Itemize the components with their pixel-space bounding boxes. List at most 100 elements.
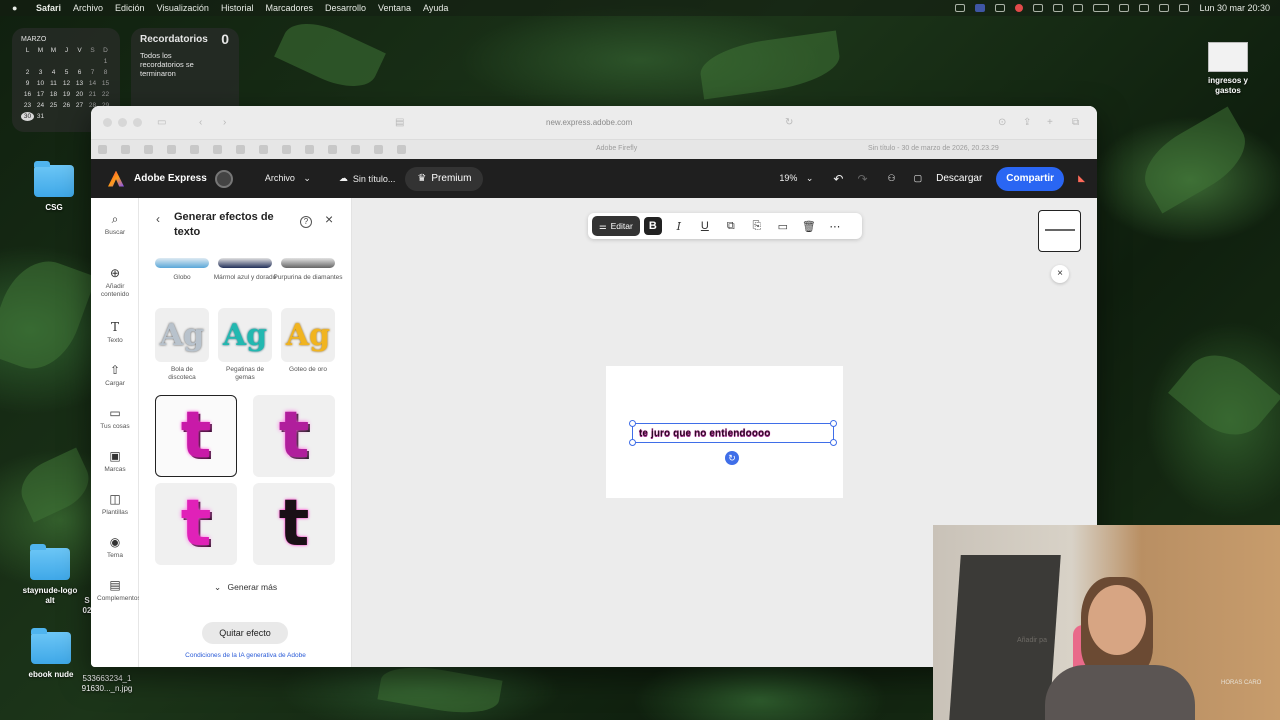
- generate-more-button[interactable]: ⌄ Generar más: [214, 582, 277, 593]
- zoom-level[interactable]: 19% ⌄: [779, 173, 813, 184]
- menu-item-historial[interactable]: Historial: [221, 3, 254, 13]
- menu-item-archivo[interactable]: Archivo: [73, 3, 103, 13]
- favorite-icon[interactable]: [144, 145, 153, 154]
- status-icon[interactable]: [955, 4, 966, 12]
- rail-item-brands[interactable]: ▣ Marcas: [91, 449, 139, 474]
- comment-icon[interactable]: ▭: [770, 220, 796, 233]
- zoom-window-button[interactable]: [133, 118, 142, 127]
- more-icon[interactable]: ⋯: [822, 220, 848, 233]
- resize-handle[interactable]: [830, 420, 837, 427]
- desktop-folder-ebook[interactable]: ebook nude: [24, 628, 78, 680]
- invite-icon[interactable]: ⚇: [888, 173, 896, 184]
- rail-item-search[interactable]: ⌕ Buscar: [91, 212, 139, 237]
- favorite-icon[interactable]: [374, 145, 383, 154]
- battery-icon[interactable]: [1093, 4, 1110, 12]
- sidebar-icon[interactable]: ▭: [157, 117, 166, 128]
- generated-result-2[interactable]: t: [253, 395, 335, 477]
- favorite-icon[interactable]: [236, 145, 245, 154]
- favorite-icon[interactable]: [213, 145, 222, 154]
- generated-result-4[interactable]: t: [253, 483, 335, 565]
- redo-icon[interactable]: ↷: [857, 172, 867, 186]
- page-settings-icon[interactable]: ▤: [395, 117, 404, 128]
- edit-button[interactable]: ⚌ Editar: [592, 216, 640, 236]
- resize-handle[interactable]: [629, 439, 636, 446]
- favorite-icon[interactable]: [351, 145, 360, 154]
- resize-handle[interactable]: [629, 420, 636, 427]
- close-icon[interactable]: ×: [1051, 265, 1069, 283]
- favorite-icon[interactable]: [305, 145, 314, 154]
- menu-app-name[interactable]: Safari: [36, 3, 61, 13]
- selected-text-element[interactable]: te juro que no entiendoooo: [629, 420, 837, 446]
- remove-effect-button[interactable]: Quitar efecto: [202, 622, 288, 644]
- search-icon[interactable]: [1159, 4, 1170, 12]
- desktop-folder-csg[interactable]: CSG: [30, 161, 78, 213]
- page-thumbnail[interactable]: [1038, 210, 1081, 252]
- back-arrow-icon[interactable]: ‹: [156, 212, 160, 226]
- premium-button[interactable]: ♛ Premium: [405, 166, 484, 191]
- new-tab-icon[interactable]: +: [1047, 117, 1053, 128]
- close-window-button[interactable]: [103, 118, 112, 127]
- effect-tile-pegatinas-gemas[interactable]: Ag: [218, 308, 272, 362]
- effect-tile-goteo-oro[interactable]: Ag: [281, 308, 335, 362]
- underline-button[interactable]: U: [692, 220, 718, 232]
- tab-adobe-firefly[interactable]: Adobe Firefly: [596, 145, 637, 152]
- status-icon[interactable]: [1119, 4, 1130, 12]
- rail-item-your-stuff[interactable]: ▭ Tus cosas: [91, 406, 139, 431]
- share-button[interactable]: Compartir: [996, 166, 1065, 191]
- comment-icon[interactable]: ▢: [914, 173, 923, 184]
- rail-item-templates[interactable]: ◫ Plantillas: [91, 492, 139, 517]
- favorite-icon[interactable]: [259, 145, 268, 154]
- favorite-icon[interactable]: [397, 145, 406, 154]
- undo-icon[interactable]: ↶: [833, 172, 843, 186]
- effect-tile-purpurina[interactable]: [281, 258, 335, 268]
- menu-item-ayuda[interactable]: Ayuda: [423, 3, 448, 13]
- design-page[interactable]: te juro que no entiendoooo ↻: [606, 366, 843, 498]
- resize-handle[interactable]: [830, 439, 837, 446]
- wifi-icon[interactable]: [1139, 4, 1150, 12]
- duplicate-icon[interactable]: ⧉: [718, 220, 744, 233]
- menu-item-edicion[interactable]: Edición: [115, 3, 145, 13]
- minimize-window-button[interactable]: [118, 118, 127, 127]
- desktop-file-jpg[interactable]: 533663234_1 91630..._n.jpg: [78, 674, 136, 694]
- format-paint-icon[interactable]: ⎘: [744, 220, 770, 233]
- favorite-icon[interactable]: [121, 145, 130, 154]
- file-menu[interactable]: Archivo ⌄: [265, 173, 311, 184]
- rail-item-theme[interactable]: ◉ Tema: [91, 535, 139, 560]
- rail-item-add[interactable]: ⊕ Añadir contenido: [91, 266, 139, 299]
- favorite-icon[interactable]: [167, 145, 176, 154]
- text-element-content[interactable]: te juro que no entiendoooo: [639, 428, 770, 439]
- favorite-icon[interactable]: [328, 145, 337, 154]
- italic-button[interactable]: I: [666, 220, 692, 233]
- delete-icon[interactable]: 🗑: [796, 220, 822, 233]
- forward-icon[interactable]: ›: [223, 117, 226, 128]
- bluetooth-icon[interactable]: [1073, 4, 1084, 12]
- apple-icon[interactable]: ●: [12, 3, 26, 13]
- menu-item-marcadores[interactable]: Marcadores: [265, 3, 313, 13]
- clock[interactable]: Lun 30 mar 20:30: [1199, 3, 1270, 13]
- generated-result-3[interactable]: t: [155, 483, 237, 565]
- close-icon[interactable]: ×: [325, 211, 333, 227]
- address-bar[interactable]: new.express.adobe.com: [546, 118, 632, 127]
- status-icon[interactable]: [1033, 4, 1044, 12]
- rail-item-upload[interactable]: ⇧ Cargar: [91, 363, 139, 388]
- rail-item-addons[interactable]: ▤ Complementos: [91, 578, 141, 603]
- desktop-folder-staynude[interactable]: staynude-logo alt: [18, 544, 82, 606]
- effect-tile-bola-discoteca[interactable]: Ag: [155, 308, 209, 362]
- notification-icon[interactable]: ◣: [1078, 173, 1085, 184]
- rotate-handle-icon[interactable]: ↻: [725, 451, 739, 465]
- rail-item-text[interactable]: T Texto: [91, 320, 139, 345]
- menu-item-ventana[interactable]: Ventana: [378, 3, 411, 13]
- effect-tile-globo[interactable]: [155, 258, 209, 268]
- status-icon[interactable]: [995, 4, 1006, 12]
- screen-record-icon[interactable]: [975, 4, 986, 12]
- favorite-icon[interactable]: [282, 145, 291, 154]
- menu-item-desarrollo[interactable]: Desarrollo: [325, 3, 366, 13]
- terms-link[interactable]: Condiciones de la IA generativa de Adobe: [139, 652, 352, 659]
- download-icon[interactable]: ⊙: [998, 117, 1006, 128]
- control-center-icon[interactable]: [1179, 4, 1190, 12]
- bold-button[interactable]: B: [643, 217, 662, 235]
- generated-result-1[interactable]: t: [155, 395, 237, 477]
- play-icon[interactable]: [1053, 4, 1064, 12]
- effect-tile-marmol[interactable]: [218, 258, 272, 268]
- favorite-icon[interactable]: [98, 145, 107, 154]
